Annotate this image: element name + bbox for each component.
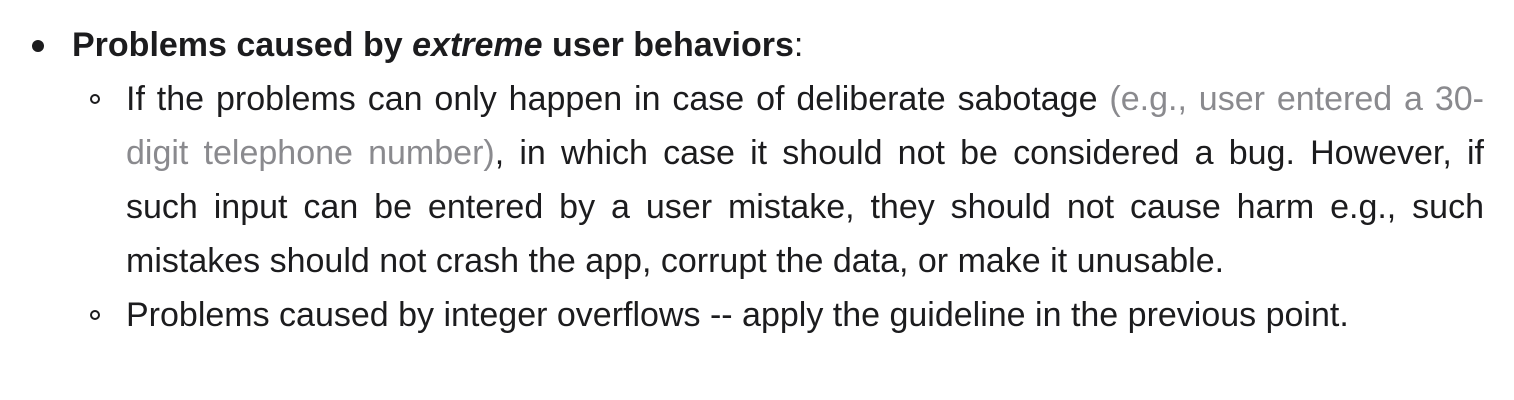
item-heading-prefix: Problems caused by <box>72 26 413 64</box>
sub-item-text: Problems caused by integer overflows -- … <box>126 296 1349 334</box>
sub-item-integer-overflows: Problems caused by integer overflows -- … <box>90 288 1484 342</box>
item-heading-suffix: user behaviors <box>542 26 794 64</box>
bullet-circle-icon <box>90 94 100 104</box>
sub-item-text-before: If the problems can only happen in case … <box>126 80 1110 118</box>
sub-list: If the problems can only happen in case … <box>90 72 1484 342</box>
list-item-extreme-behaviors: Problems caused by extreme user behavior… <box>32 18 1492 72</box>
item-heading-colon: : <box>793 26 804 64</box>
document-body: Problems caused by extreme user behavior… <box>0 0 1514 400</box>
bullet-circle-icon <box>90 310 100 320</box>
sub-item-sabotage: If the problems can only happen in case … <box>90 72 1484 288</box>
item-heading-emphasis: extreme <box>412 26 543 64</box>
bullet-disc-icon <box>32 40 44 52</box>
